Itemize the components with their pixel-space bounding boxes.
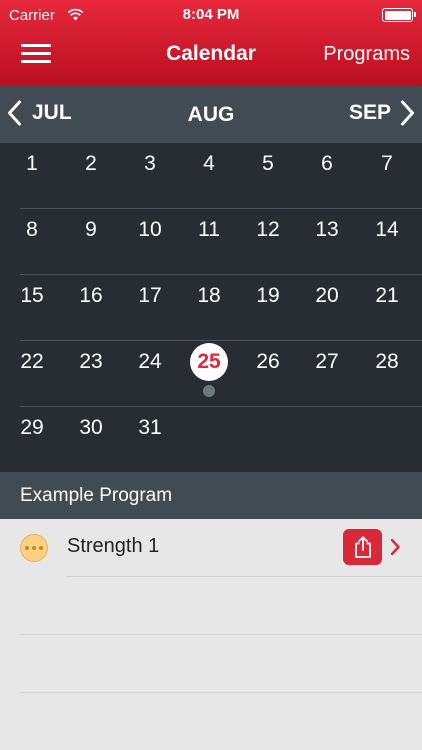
divider [20, 634, 422, 635]
status-bar: Carrier 8:04 PM [0, 0, 422, 32]
calendar-day[interactable]: 7 [357, 143, 417, 185]
calendar-day-number: 26 [256, 350, 280, 373]
calendar-day[interactable]: 29 [2, 407, 62, 449]
calendar-day[interactable]: 26 [238, 341, 298, 383]
calendar-day-number: 11 [198, 218, 220, 241]
calendar-day-selected[interactable]: 25 [179, 341, 239, 397]
calendar-day[interactable]: 9 [61, 209, 121, 251]
calendar-day-number: 17 [138, 284, 162, 307]
calendar-day[interactable]: 20 [297, 275, 357, 317]
calendar-week-row: 15 16 17 18 19 20 21 [0, 275, 422, 341]
divider [67, 576, 422, 577]
calendar-day-number: 13 [315, 218, 339, 241]
calendar-day-number: 2 [85, 152, 97, 175]
calendar-day-number: 25 [197, 350, 221, 373]
calendar-day-number: 18 [197, 284, 221, 307]
divider [20, 692, 422, 693]
calendar-day-number: 10 [138, 218, 162, 241]
calendar-day-number: 31 [138, 416, 162, 439]
next-month-button[interactable]: SEP [349, 98, 415, 128]
calendar-day-number: 19 [256, 284, 280, 307]
calendar-day[interactable]: 3 [120, 143, 180, 185]
calendar-day-number: 22 [20, 350, 44, 373]
calendar-day[interactable]: 15 [2, 275, 62, 317]
battery-icon [382, 8, 416, 22]
calendar-day[interactable]: 5 [238, 143, 298, 185]
next-month-label: SEP [348, 101, 391, 124]
calendar-grid: 1 2 3 4 5 6 7 8 9 10 11 12 13 14 15 16 17 18 19 20 21 22 23 24 2… [0, 143, 422, 472]
calendar-day-number: 5 [262, 152, 274, 175]
calendar-day[interactable]: 22 [2, 341, 62, 383]
calendar-day-number: 4 [203, 152, 215, 175]
share-icon [354, 536, 371, 558]
workout-indicator-dot [203, 385, 215, 397]
calendar-day-number: 16 [79, 284, 103, 307]
calendar-day[interactable]: 8 [2, 209, 62, 251]
workout-list: Strength 1 [0, 519, 422, 750]
calendar-day-number: 14 [375, 218, 399, 241]
list-item[interactable]: Strength 1 [0, 519, 422, 577]
chevron-right-icon [401, 100, 414, 126]
calendar-day[interactable]: 19 [238, 275, 298, 317]
calendar-day-number: 9 [85, 218, 97, 241]
calendar-day-number: 15 [20, 284, 44, 307]
calendar-day-number: 8 [26, 218, 38, 241]
calendar-day-number: 3 [144, 152, 156, 175]
calendar-day-number: 28 [375, 350, 399, 373]
calendar-day-number: 27 [315, 350, 339, 373]
navigation-bar: Calendar Programs [0, 32, 422, 86]
calendar-day[interactable]: 4 [179, 143, 239, 185]
calendar-day-number: 21 [375, 284, 399, 307]
header: Carrier 8:04 PM Calendar Programs [0, 0, 422, 86]
calendar-week-row: 29 30 31 [0, 407, 422, 473]
month-navigation: JUL AUG SEP [0, 86, 422, 143]
calendar-week-row: 22 23 24 25 26 27 28 [0, 341, 422, 407]
calendar-day[interactable]: 31 [120, 407, 180, 449]
calendar-day-number: 20 [315, 284, 339, 307]
calendar-day-number: 6 [321, 152, 333, 175]
calendar-day[interactable]: 1 [2, 143, 62, 185]
calendar-day[interactable]: 21 [357, 275, 417, 317]
chevron-right-icon[interactable] [389, 536, 402, 558]
calendar-day[interactable]: 23 [61, 341, 121, 383]
calendar-day-number: 7 [381, 152, 393, 175]
calendar-day[interactable]: 2 [61, 143, 121, 185]
calendar-day-number: 1 [26, 152, 38, 175]
calendar-day[interactable]: 16 [61, 275, 121, 317]
calendar-day[interactable]: 13 [297, 209, 357, 251]
calendar-day[interactable]: 30 [61, 407, 121, 449]
calendar-day-number: 30 [79, 416, 103, 439]
calendar-day[interactable]: 27 [297, 341, 357, 383]
calendar-day[interactable]: 10 [120, 209, 180, 251]
calendar-week-row: 8 9 10 11 12 13 14 [0, 209, 422, 275]
calendar-day-number: 23 [79, 350, 103, 373]
calendar-day-number: 12 [256, 218, 280, 241]
programs-button[interactable]: Programs [323, 43, 410, 66]
share-button[interactable] [343, 529, 382, 565]
calendar-day[interactable]: 18 [179, 275, 239, 317]
calendar-day[interactable]: 6 [297, 143, 357, 185]
calendar-day[interactable]: 12 [238, 209, 298, 251]
calendar-day-number: 29 [20, 416, 44, 439]
program-title: Example Program [20, 485, 173, 506]
status-time: 8:04 PM [182, 6, 240, 23]
calendar-day[interactable]: 17 [120, 275, 180, 317]
calendar-week-row: 1 2 3 4 5 6 7 [0, 143, 422, 209]
calendar-day[interactable]: 28 [357, 341, 417, 383]
in-progress-icon [20, 534, 48, 562]
workout-title: Strength 1 [67, 535, 160, 557]
calendar-day[interactable]: 24 [120, 341, 180, 383]
calendar-day[interactable]: 14 [357, 209, 417, 251]
program-header: Example Program [0, 472, 422, 519]
calendar-day-number: 24 [138, 350, 162, 373]
calendar-day[interactable]: 11 [179, 209, 239, 251]
